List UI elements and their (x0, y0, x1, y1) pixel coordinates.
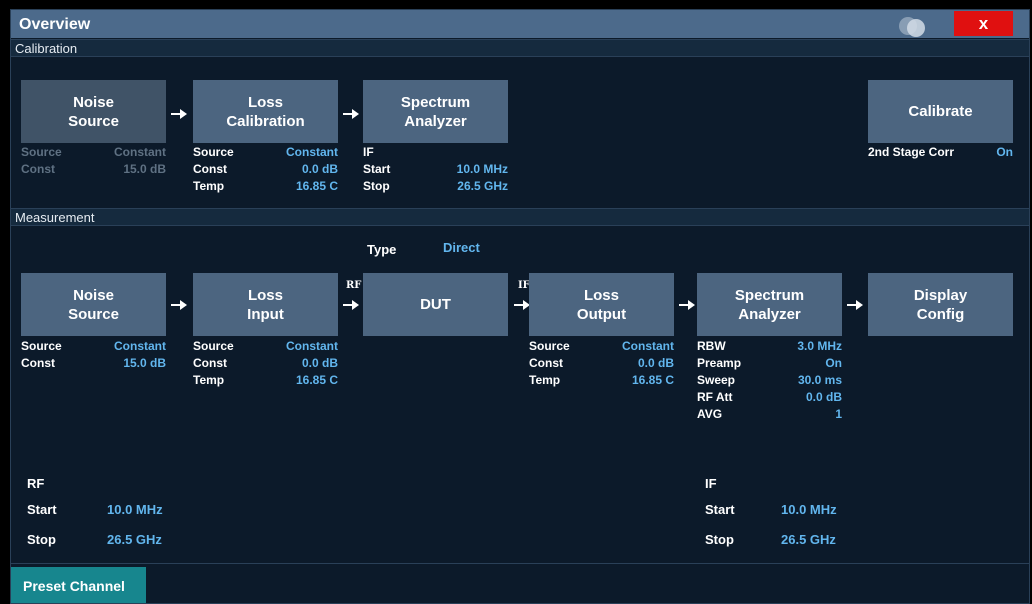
param-value: 30.0 ms (797, 373, 842, 387)
param-value: Constant (114, 339, 166, 353)
param-value: Constant (114, 145, 166, 159)
param-label: Source (193, 145, 234, 159)
measurement-section-label: Measurement (15, 210, 95, 225)
param-value: 15.0 dB (123, 162, 166, 176)
rf-range-header: RF (27, 476, 45, 491)
param-value: 16.85 C (631, 373, 674, 387)
param-label: Sweep (697, 373, 736, 387)
arrow-right-icon (514, 300, 530, 310)
type-value[interactable]: Direct (443, 240, 480, 255)
param-label: Temp (529, 373, 561, 387)
meas-display-config-button[interactable]: Display Config (868, 273, 1013, 336)
overview-dialog: Overview x Calibration Noise Source Loss C… (10, 9, 1030, 604)
arrow-right-icon (343, 300, 359, 310)
param-label: Temp (193, 179, 225, 193)
if-start-value[interactable]: 10.0 MHz (781, 502, 837, 517)
param-value: 15.0 dB (123, 356, 166, 370)
meas-dut-button[interactable]: DUT (363, 273, 508, 336)
param-value: 3.0 MHz (797, 339, 842, 353)
rf-start-value[interactable]: 10.0 MHz (107, 502, 163, 517)
title-bar: Overview x (11, 10, 1029, 38)
param-value: On (825, 356, 842, 370)
param-value: 0.0 dB (301, 162, 338, 176)
meas-loss-input-button[interactable]: Loss Input (193, 273, 338, 336)
if-label: IF (363, 145, 374, 159)
arrow-right-icon (171, 300, 187, 310)
param-label: Stop (363, 179, 390, 193)
param-value: Constant (286, 145, 338, 159)
if-start-label: Start (705, 502, 735, 517)
param-label: Source (193, 339, 234, 353)
param-label: RF Att (697, 390, 733, 404)
param-value: 0.0 dB (301, 356, 338, 370)
cal-loss-calibration-button[interactable]: Loss Calibration (193, 80, 338, 143)
rf-tag: RF (346, 280, 362, 291)
param-label: Preamp (697, 356, 742, 370)
param-value: 1 (835, 407, 842, 421)
param-value: Constant (286, 339, 338, 353)
param-label: Temp (193, 373, 225, 387)
param-value: 26.5 GHz (457, 179, 508, 193)
arrow-right-icon (847, 300, 863, 310)
param-value: 0.0 dB (637, 356, 674, 370)
param-value: Constant (622, 339, 674, 353)
arrow-right-icon (171, 109, 187, 119)
param-label: Const (21, 356, 55, 370)
if-stop-label: Stop (705, 532, 734, 547)
if-tag: IF (518, 280, 530, 291)
param-value: 16.85 C (295, 179, 338, 193)
param-value: 16.85 C (295, 373, 338, 387)
meas-spectrum-analyzer-button[interactable]: Spectrum Analyzer (697, 273, 842, 336)
calibrate-button[interactable]: Calibrate (868, 80, 1013, 143)
if-stop-value[interactable]: 26.5 GHz (781, 532, 836, 547)
param-label: Const (21, 162, 55, 176)
cal-spectrum-analyzer-button[interactable]: Spectrum Analyzer (363, 80, 508, 143)
param-label: Const (193, 162, 227, 176)
meas-loss-output-button[interactable]: Loss Output (529, 273, 674, 336)
param-label: Source (529, 339, 570, 353)
param-label: Const (529, 356, 563, 370)
dialog-title: Overview (19, 16, 91, 33)
calibration-section-header: Calibration (11, 39, 1029, 57)
window-swap-icon[interactable] (897, 15, 933, 37)
param-label: Start (363, 162, 391, 176)
arrow-right-icon (343, 109, 359, 119)
second-stage-corr-value: On (996, 145, 1013, 159)
param-label: AVG (697, 407, 723, 421)
param-value: 10.0 MHz (456, 162, 508, 176)
param-label: Source (21, 339, 62, 353)
rf-stop-label: Stop (27, 532, 56, 547)
param-value: 0.0 dB (805, 390, 842, 404)
second-stage-corr-label: 2nd Stage Corr (868, 145, 955, 159)
cal-noise-source-button[interactable]: Noise Source (21, 80, 166, 143)
rf-stop-value[interactable]: 26.5 GHz (107, 532, 162, 547)
if-range-header: IF (705, 476, 717, 491)
preset-channel-button[interactable]: Preset Channel (11, 567, 146, 603)
measurement-section-header: Measurement (11, 208, 1029, 226)
rf-start-label: Start (27, 502, 57, 517)
type-label: Type (367, 242, 397, 257)
param-label: Source (21, 145, 62, 159)
arrow-right-icon (679, 300, 695, 310)
param-label: RBW (697, 339, 726, 353)
param-label: Const (193, 356, 227, 370)
calibration-section-label: Calibration (15, 41, 78, 56)
footer-divider (11, 563, 1029, 564)
close-button[interactable]: x (954, 11, 1013, 36)
meas-noise-source-button[interactable]: Noise Source (21, 273, 166, 336)
